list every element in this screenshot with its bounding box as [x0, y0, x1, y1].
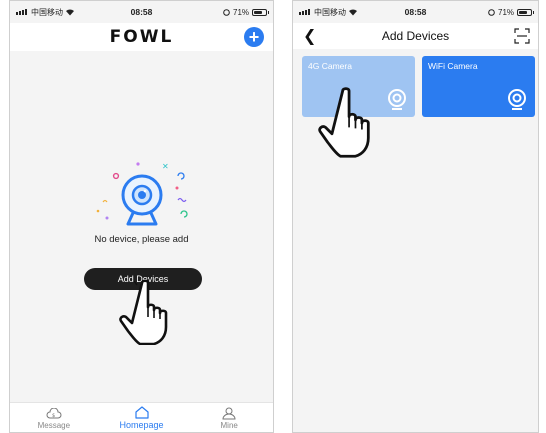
status-bar: 中国移动 08:58 71% [293, 1, 538, 23]
battery-icon [252, 8, 270, 16]
camera-icon [508, 89, 526, 110]
signal-icon [299, 9, 310, 15]
tab-message[interactable]: $ Message [10, 403, 98, 432]
scan-icon[interactable] [514, 28, 530, 44]
signal-icon [16, 9, 27, 15]
status-time: 08:58 [404, 7, 427, 17]
device-card-wifi-camera[interactable]: WiFi Camera [422, 56, 535, 117]
tab-label: Homepage [119, 420, 164, 430]
svg-text:$: $ [52, 413, 55, 419]
carrier-label: 中国移动 [314, 7, 346, 17]
top-navbar: ❮ Add Devices [293, 23, 538, 49]
battery-icon [517, 8, 535, 16]
add-devices-screen: 中国移动 08:58 71% ❮ Add Devices 4G Camera W [292, 0, 539, 433]
orientation-lock-icon [223, 8, 230, 16]
card-label: 4G Camera [308, 61, 352, 71]
home-screen: 中国移动 08:58 71% FOWL + ✕ No device, pleas… [9, 0, 274, 433]
back-chevron-icon[interactable]: ❮ [303, 26, 316, 46]
device-type-list: 4G Camera WiFi Camera [293, 49, 538, 432]
wifi-icon [66, 9, 74, 16]
status-time: 08:58 [130, 7, 153, 17]
home-icon [134, 406, 149, 419]
tab-label: Message [37, 421, 71, 430]
wifi-icon [349, 9, 357, 16]
page-title: Add Devices [381, 29, 450, 43]
camera-icon [388, 89, 406, 110]
battery-percent: 71% [498, 7, 515, 17]
home-body: ✕ No device, please add Add Devices [10, 51, 273, 402]
carrier-label: 中国移动 [31, 7, 63, 17]
tab-label: Mine [220, 421, 238, 430]
bottom-tab-bar: $ Message Homepage Mine [10, 402, 273, 432]
card-label: WiFi Camera [428, 61, 478, 71]
status-bar: 中国移动 08:58 71% [10, 1, 273, 23]
orientation-lock-icon [488, 8, 495, 16]
person-icon [222, 407, 236, 420]
cloud-icon: $ [46, 408, 62, 419]
tab-homepage[interactable]: Homepage [98, 403, 186, 432]
empty-state-text: No device, please add [94, 234, 189, 245]
svg-text:✕: ✕ [162, 162, 169, 171]
app-logo: FOWL [109, 27, 174, 47]
add-device-plus-button[interactable]: + [244, 27, 264, 47]
battery-percent: 71% [233, 7, 250, 17]
tab-mine[interactable]: Mine [185, 403, 273, 432]
pointing-hand-icon [318, 87, 370, 158]
top-navbar: FOWL + [10, 23, 273, 51]
pointing-hand-icon [119, 279, 168, 345]
